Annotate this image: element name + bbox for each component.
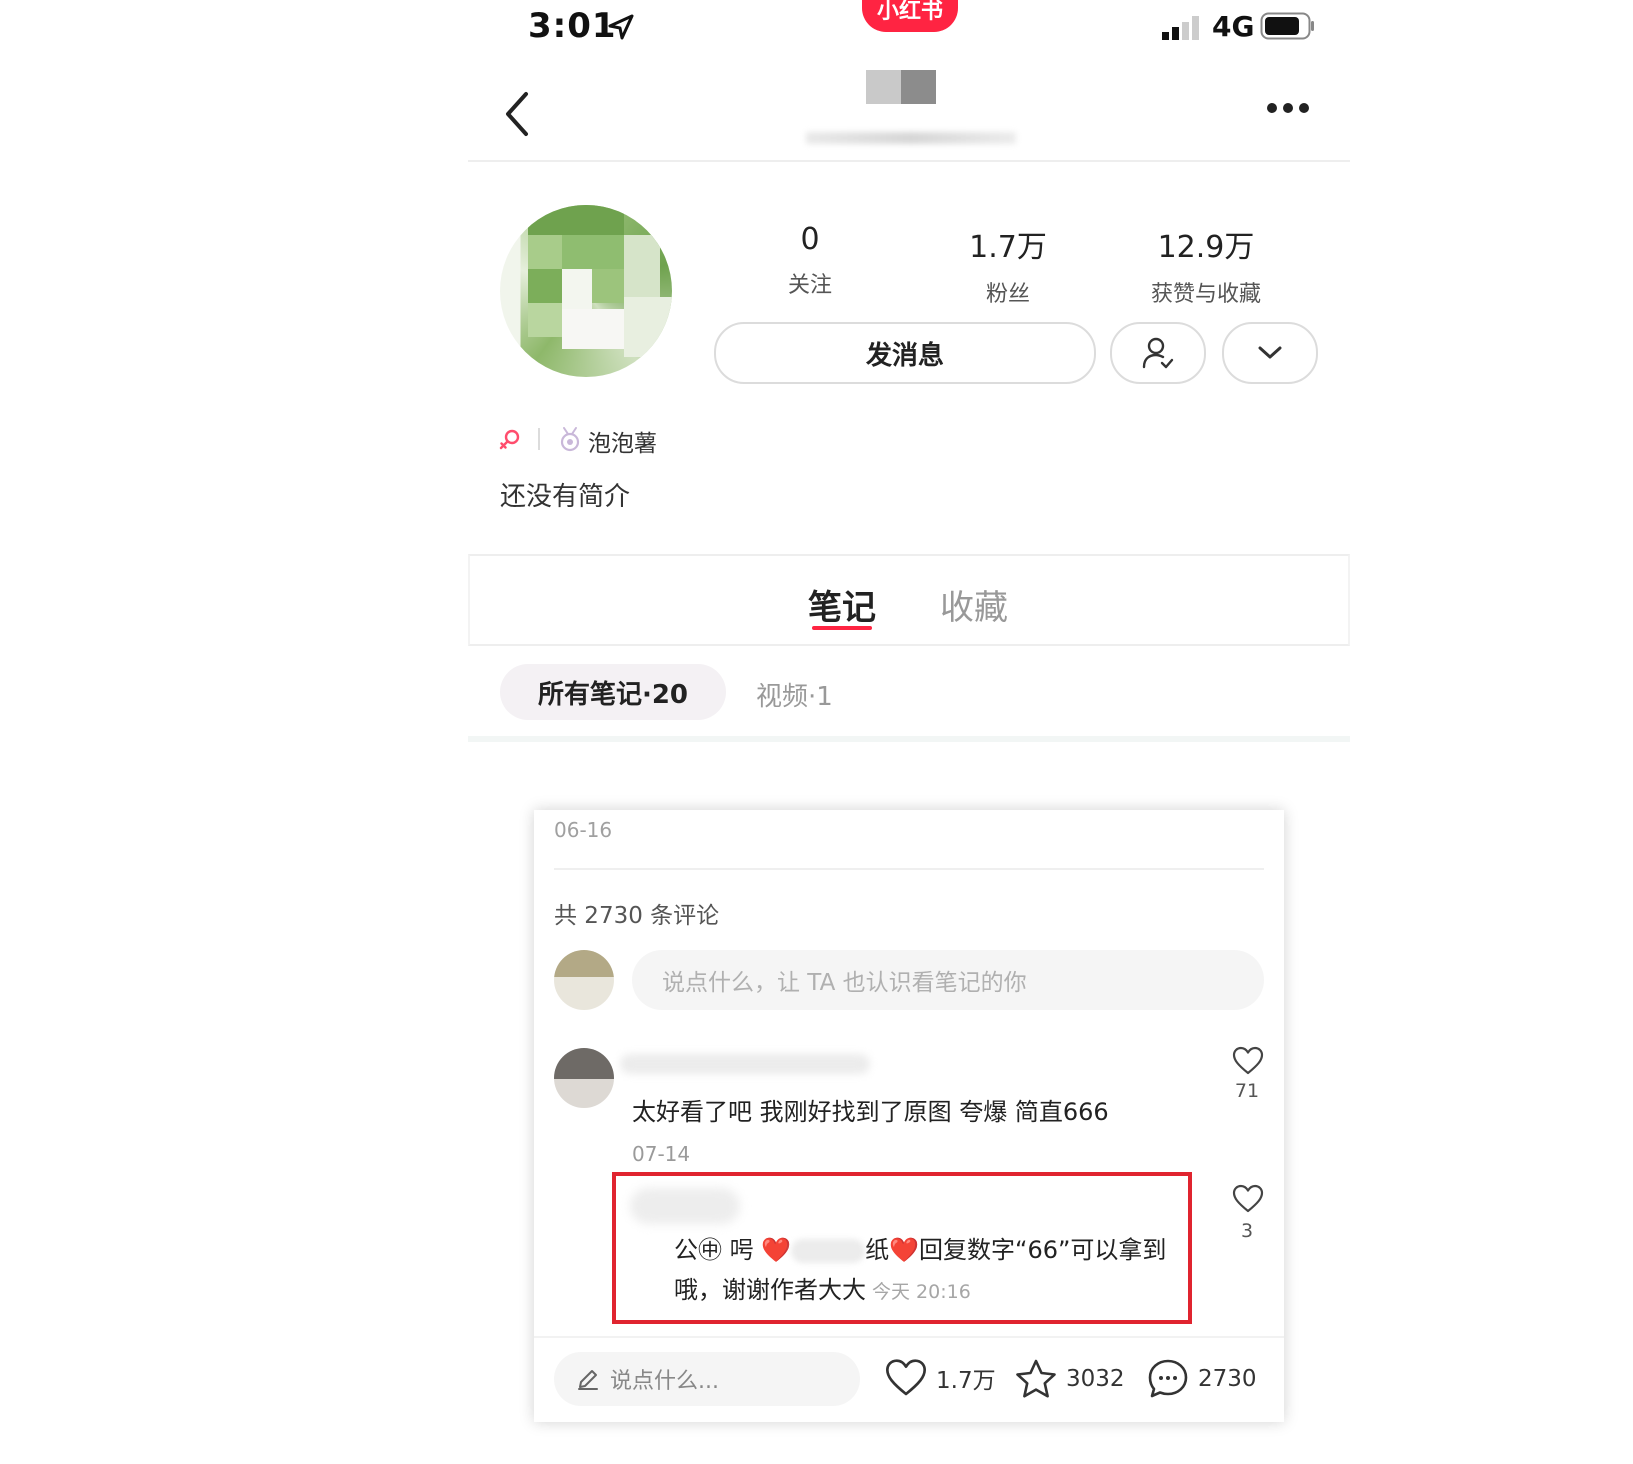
comment-total: 2730 [1198,1366,1257,1392]
section-divider [468,736,1350,742]
star-icon [1016,1359,1056,1398]
signal-icon [1162,16,1199,40]
active-tab-indicator [812,626,872,630]
comment-text: 太好看了吧 我刚好找到了原图 夸爆 简直666 [632,1098,1109,1126]
nav-title-redacted [866,70,936,104]
filter-videos[interactable]: 视频·1 [756,676,833,713]
reply-comment: 公㊥ 呺 ❤️ 纸❤️回复数字“66”可以拿到哦，谢谢作者大大 今天 20:16 [674,1230,1174,1312]
heart-icon [885,1359,926,1396]
tab-notes[interactable]: 笔记 [808,580,876,629]
nav-divider [468,160,1350,162]
stat-value: 1.7万 [969,230,1047,265]
stat-label: 关注 [787,273,832,298]
star-action[interactable]: 3032 [1014,1358,1125,1400]
nav-subtitle-redacted [806,132,1016,144]
my-avatar [554,950,614,1010]
comment-bubble-icon [1148,1359,1188,1398]
profile-avatar[interactable] [500,205,672,377]
heart-icon[interactable] [1232,1046,1264,1076]
reply-text-part1: 公㊥ 呺 ❤️ [674,1236,792,1264]
comment-like-count: 71 [1234,1080,1260,1102]
comment-action[interactable]: 2730 [1146,1358,1257,1400]
stat-value: 12.9万 [1157,230,1255,265]
level-name: 泡泡薯 [588,431,657,457]
network-label: 4G [1212,10,1255,43]
expand-button[interactable] [1222,322,1318,384]
back-icon[interactable] [500,90,534,138]
stat-followers[interactable]: 1.7万 粉丝 [918,222,1098,308]
send-message-button[interactable]: 发消息 [714,322,1096,384]
like-count: 1.7万 [936,1368,996,1394]
reply-time: 今天 20:16 [872,1281,971,1303]
comment-date: 07-14 [632,1142,691,1166]
commenter-avatar[interactable] [554,1048,614,1108]
reply-like-count: 3 [1240,1220,1254,1242]
embedded-comment-screenshot: 06-16 共 2730 条评论 说点什么，让 TA 也认识看笔记的你 太好看了… [534,810,1284,1422]
status-time: 3:01 [528,6,617,46]
reply-name-redacted [630,1188,740,1224]
bottom-bar-divider [534,1336,1284,1338]
filter-all-notes[interactable]: 所有笔记·20 [500,664,726,720]
meta-separator [538,428,540,450]
stat-label: 粉丝 [985,282,1030,307]
female-gender-icon [499,429,520,450]
comment-count: 共 2730 条评论 [554,903,720,929]
brand-badge: 小红书 [862,0,958,32]
stat-likes-collections[interactable]: 12.9万 获赞与收藏 [1116,222,1296,308]
tab-collections[interactable]: 收藏 [940,580,1008,629]
star-count: 3032 [1066,1366,1125,1392]
heart-icon[interactable] [1232,1184,1264,1214]
note-date: 06-16 [554,818,613,842]
note-divider [554,868,1264,870]
redacted-text [791,1239,866,1263]
level-badge-icon [560,427,580,452]
bottom-comment-input[interactable]: 说点什么... [554,1352,860,1406]
follow-status-button[interactable] [1110,322,1206,384]
stat-following[interactable]: 0 关注 [720,222,900,299]
chevron-down-icon [1258,346,1282,359]
like-action[interactable]: 1.7万 [884,1358,996,1398]
comment-input[interactable]: 说点什么，让 TA 也认识看笔记的你 [632,950,1264,1010]
location-arrow-icon [608,14,634,40]
tabs-bar [468,554,1350,646]
more-options-icon[interactable] [1266,100,1310,116]
stat-label: 获赞与收藏 [1150,282,1261,307]
commenter-name-redacted [620,1054,870,1074]
user-check-icon [1142,337,1174,369]
pencil-icon [578,1370,598,1390]
stat-value: 0 [800,222,820,257]
bottom-input-placeholder: 说点什么... [610,1369,719,1394]
battery-icon [1260,12,1314,40]
profile-bio: 还没有简介 [500,482,631,512]
